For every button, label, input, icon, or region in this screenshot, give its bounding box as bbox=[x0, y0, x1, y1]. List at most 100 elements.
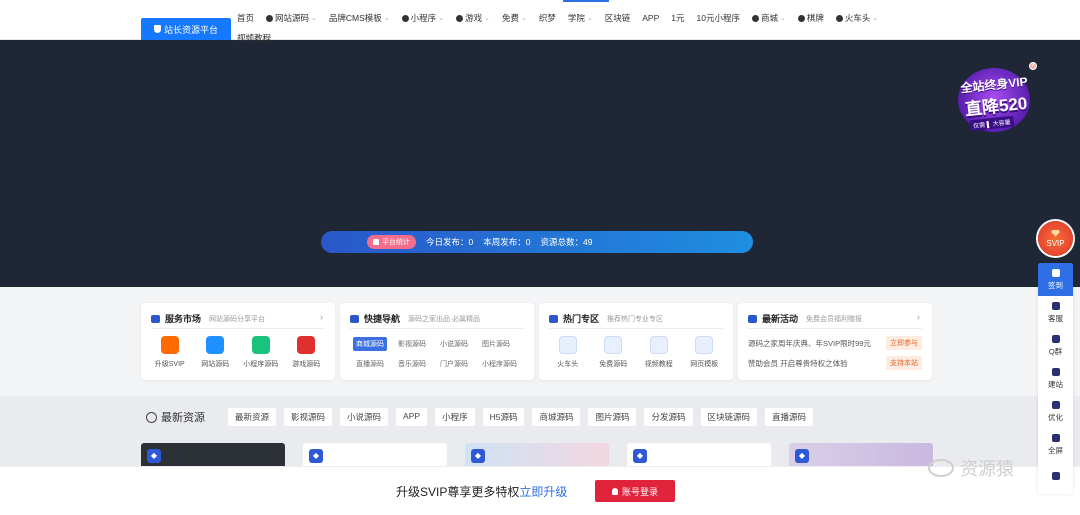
nav-item[interactable]: 火车头 ⌄ bbox=[835, 12, 878, 24]
globe-icon bbox=[266, 14, 274, 22]
nav-item-label: 10元小程序 bbox=[696, 13, 740, 23]
nav-item-label: 学院 bbox=[567, 13, 585, 23]
nav-item[interactable]: 区块链 bbox=[605, 12, 631, 24]
nav-item[interactable]: 免费 ⌄ bbox=[502, 12, 527, 24]
stats-week: 本周发布：0 bbox=[483, 237, 531, 247]
latest-tab[interactable]: APP bbox=[396, 408, 428, 426]
rightbar-item[interactable]: 全屏 bbox=[1038, 428, 1073, 461]
nav-item-video-tutorial[interactable]: 视频教程 bbox=[237, 32, 271, 44]
platform-stats-bar: 平台统计 今日发布：0 本周发布：0 资源总数：49 bbox=[321, 231, 753, 253]
event-rows: 源码之家周年庆典、年SVIP限时99元 立即参与赞助会员 开启尊贵特权之体验 支持本… bbox=[748, 336, 922, 376]
market-item[interactable]: 游戏源码 bbox=[284, 336, 328, 369]
quick-tag[interactable]: 小程序源码 bbox=[479, 357, 520, 371]
market-icon bbox=[151, 314, 160, 323]
event-row: 赞助会员 开启尊贵特权之体验 支持本站 bbox=[748, 356, 922, 370]
latest-tab[interactable]: 影视源码 bbox=[284, 408, 333, 426]
quick-tag[interactable]: 音乐源码 bbox=[395, 357, 429, 371]
hot-item[interactable]: 免费源码 bbox=[591, 336, 635, 369]
vip-promo-badge[interactable]: 全站终身VIP 直降520 仅需 ▌ 大容量 × bbox=[950, 62, 1037, 138]
stats-total: 资源总数：49 bbox=[540, 237, 593, 247]
chevron-down-icon: ⌄ bbox=[438, 15, 445, 22]
calendar-icon bbox=[1051, 268, 1060, 277]
quick-tag[interactable]: 图片源码 bbox=[479, 337, 513, 351]
fullscreen-icon bbox=[1051, 433, 1060, 442]
latest-tab[interactable]: 图片源码 bbox=[588, 408, 637, 426]
nav-item[interactable]: 10元小程序 bbox=[697, 12, 740, 24]
nav-item[interactable]: 商城 ⌄ bbox=[751, 12, 786, 24]
diamond-icon: ◆ bbox=[147, 449, 161, 463]
rightbar-item-label: 建站 bbox=[1048, 379, 1063, 389]
quick-tag[interactable]: 门户源码 bbox=[437, 357, 471, 371]
nav-item-label: 1元 bbox=[671, 13, 685, 23]
svip-float-button[interactable]: SVIP bbox=[1038, 221, 1073, 256]
rightbar-item-label: Q群 bbox=[1048, 346, 1063, 356]
hot-item[interactable]: 网页模板 bbox=[682, 336, 726, 369]
nav-item-label: 商城 bbox=[760, 13, 778, 23]
nav-item[interactable]: 棋牌 bbox=[797, 12, 824, 24]
latest-tabs: 最新资源 影视源码 小说源码 APP 小程序 H5源码 商城源码 图片源码 分发源码 区块链源码直… bbox=[228, 408, 814, 426]
latest-tab[interactable]: 商城源码 bbox=[532, 408, 581, 426]
gamepad-icon bbox=[456, 14, 464, 22]
hot-item[interactable]: 视频教程 bbox=[637, 336, 681, 369]
market-item[interactable]: 网站源码 bbox=[193, 336, 237, 369]
login-button[interactable]: 账号登录 bbox=[595, 480, 675, 502]
nav-item[interactable]: 织梦 bbox=[539, 12, 556, 24]
rightbar-item-label: 签到 bbox=[1048, 280, 1063, 290]
site-logo-button[interactable]: 站长资源平台 bbox=[141, 18, 231, 40]
nav-item[interactable]: APP bbox=[642, 12, 659, 24]
hot-item-label: 火车头 bbox=[557, 361, 579, 368]
event-text[interactable]: 源码之家周年庆典、年SVIP限时99元 bbox=[748, 338, 871, 349]
bell-icon bbox=[373, 239, 379, 245]
enterprise-icon bbox=[251, 336, 270, 354]
rightbar-item[interactable] bbox=[1038, 461, 1073, 494]
wordpress-icon bbox=[146, 411, 157, 423]
latest-tab[interactable]: 小说源码 bbox=[340, 408, 389, 426]
latest-tab[interactable]: 直播源码 bbox=[765, 408, 814, 426]
hot-item-label: 网页模板 bbox=[690, 361, 719, 368]
site-logo-label: 站长资源平台 bbox=[163, 24, 218, 35]
nav-item[interactable]: 游戏 ⌄ bbox=[456, 12, 490, 24]
event-text[interactable]: 赞助会员 开启尊贵特权之体验 bbox=[748, 358, 848, 369]
nav-item[interactable]: 首页 bbox=[237, 12, 254, 24]
rightbar-item[interactable]: 客服 bbox=[1038, 296, 1073, 329]
quick-tag[interactable]: 影视源码 bbox=[395, 337, 429, 351]
diamond-icon: ◆ bbox=[795, 449, 809, 463]
market-item-label: 升级SVIP bbox=[154, 361, 185, 368]
chevron-down-icon: ⌄ bbox=[586, 15, 593, 22]
market-item[interactable]: 升级SVIP bbox=[148, 336, 192, 369]
rightbar-item[interactable]: 签到 bbox=[1038, 263, 1073, 296]
nav-item[interactable]: 品牌CMS模板 ⌄ bbox=[329, 12, 390, 24]
nav-item[interactable]: 网站源码 ⌄ bbox=[266, 12, 317, 24]
divider bbox=[151, 328, 325, 329]
wechat-logo-icon bbox=[928, 459, 954, 477]
close-icon[interactable]: × bbox=[1029, 62, 1037, 70]
thumbtack-icon bbox=[549, 314, 558, 323]
hot-item-label: 视频教程 bbox=[644, 361, 673, 368]
event-action-button[interactable]: 支持本站 bbox=[886, 356, 922, 370]
quick-tag[interactable]: 直播源码 bbox=[353, 357, 387, 371]
rightbar-item[interactable]: 建站 bbox=[1038, 362, 1073, 395]
quick-tag[interactable]: 小说源码 bbox=[437, 337, 471, 351]
hot-item[interactable]: 火车头 bbox=[546, 336, 590, 369]
latest-tab[interactable]: 小程序 bbox=[435, 408, 475, 426]
hot-item-label: 免费源码 bbox=[599, 361, 628, 368]
card-service-market: 服务市场 网站源码分享平台 › 升级SVIP 网站源码 小程序源码 游戏源码 bbox=[141, 303, 335, 380]
chevron-right-icon[interactable]: › bbox=[320, 312, 323, 322]
latest-tab[interactable]: 最新资源 bbox=[228, 408, 277, 426]
market-item[interactable]: 小程序源码 bbox=[239, 336, 283, 369]
event-action-button[interactable]: 立即参与 bbox=[886, 336, 922, 350]
latest-tab[interactable]: 分发源码 bbox=[644, 408, 693, 426]
quick-tag[interactable]: 商城源码 bbox=[353, 337, 387, 351]
latest-tab[interactable]: 区块链源码 bbox=[700, 408, 758, 426]
rightbar-item[interactable]: 优化 bbox=[1038, 395, 1073, 428]
top-navbar: 站长资源平台 首页 网站源码 ⌄ 品牌CMS模板 ⌄ 小程序 ⌄ 游戏 ⌄ 免费 ⌄ 织梦 学院 ⌄ 区块链… bbox=[0, 0, 1080, 43]
upgrade-bottom-bar: 升级SVIP尊享更多特权立即升级 账号登录 bbox=[0, 466, 1080, 515]
chevron-right-icon[interactable]: › bbox=[917, 312, 920, 322]
upgrade-link[interactable]: 立即升级 bbox=[519, 485, 567, 499]
card-subtitle: 网站源码分享平台 bbox=[209, 315, 266, 323]
latest-tab[interactable]: H5源码 bbox=[482, 408, 525, 426]
rightbar-item[interactable]: Q群 bbox=[1038, 329, 1073, 362]
nav-item[interactable]: 1元 bbox=[671, 12, 684, 24]
nav-item[interactable]: 小程序 ⌄ bbox=[401, 12, 445, 24]
nav-item[interactable]: 学院 ⌄ bbox=[568, 12, 593, 24]
